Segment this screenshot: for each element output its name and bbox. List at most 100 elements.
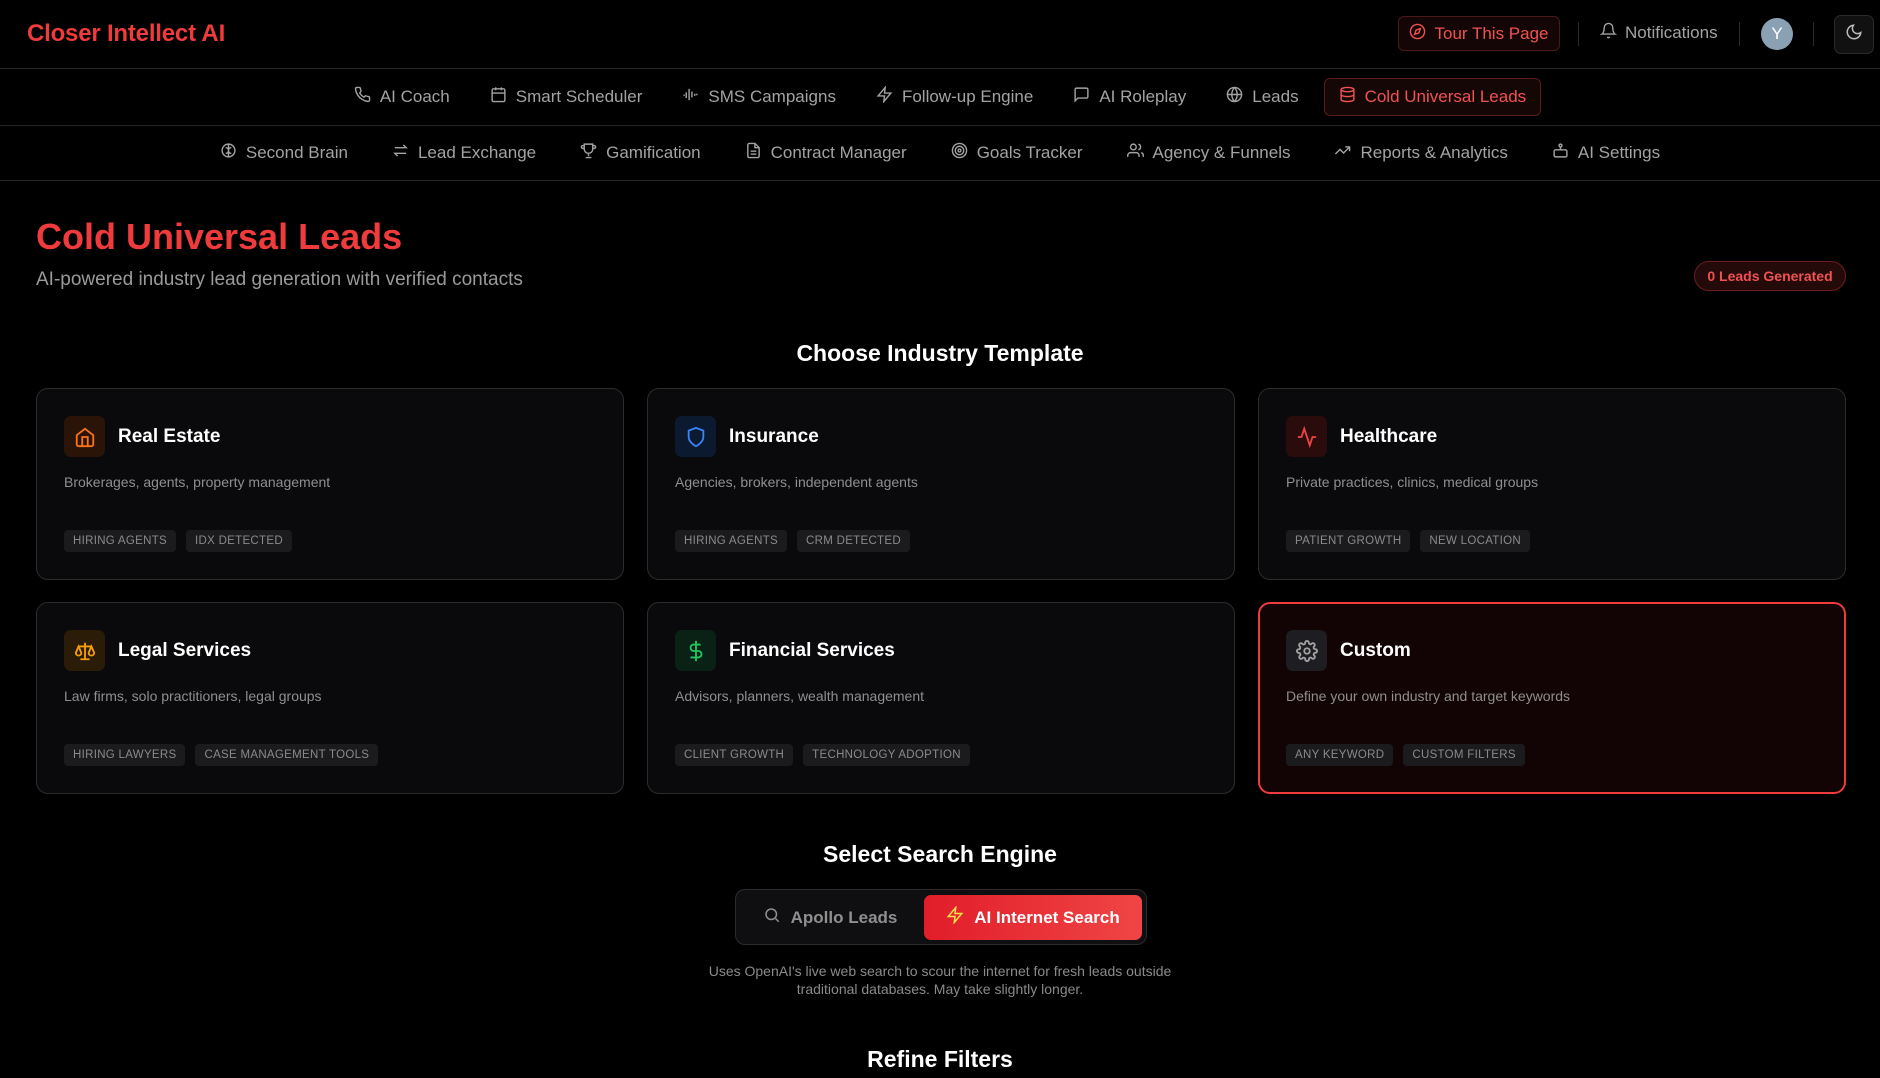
- pulse-icon: [1286, 416, 1327, 457]
- divider: [1739, 22, 1740, 46]
- scale-icon: [64, 630, 105, 671]
- lightning-icon: [946, 905, 964, 929]
- card-title: Healthcare: [1340, 425, 1438, 447]
- nav-contract-manager[interactable]: Contract Manager: [730, 134, 922, 172]
- note-line: traditional databases. May take slightly…: [796, 981, 1084, 997]
- nav-label: Cold Universal Leads: [1364, 87, 1527, 106]
- nav-goals-tracker[interactable]: Goals Tracker: [936, 134, 1098, 172]
- globe-icon: [1226, 86, 1243, 108]
- template-card-financial-services[interactable]: Financial Services Advisors, planners, w…: [647, 602, 1235, 794]
- nav-label: Goals Tracker: [976, 143, 1083, 162]
- search-engine-note: Uses OpenAI's live web search to scour t…: [690, 962, 1190, 998]
- nav-label: AI Coach: [379, 87, 450, 106]
- card-tag: NEW LOCATION: [1420, 530, 1530, 552]
- nav-label: SMS Campaigns: [708, 87, 836, 106]
- notifications-button[interactable]: Notifications: [1599, 22, 1718, 44]
- card-tag: HIRING AGENTS: [675, 530, 787, 552]
- card-tag: HIRING LAWYERS: [64, 744, 186, 766]
- nav-label: Reports & Analytics: [1360, 143, 1508, 162]
- templates-section-title: Choose Industry Template: [796, 340, 1084, 366]
- primary-nav: AI Coach Smart Scheduler SMS Campaigns F…: [0, 69, 1880, 126]
- nav-second-brain[interactable]: Second Brain: [205, 134, 363, 172]
- card-description: Brokerages, agents, property management: [64, 474, 331, 490]
- search-engine-toggle: Apollo Leads AI Internet Search: [735, 889, 1147, 945]
- search-icon: [763, 906, 781, 929]
- search-engine-section-title: Select Search Engine: [823, 841, 1057, 867]
- nav-agency-funnels[interactable]: Agency & Funnels: [1112, 134, 1306, 172]
- card-tag: HIRING AGENTS: [64, 530, 176, 552]
- nav-reports-analytics[interactable]: Reports & Analytics: [1319, 134, 1522, 172]
- nav-label: Contract Manager: [770, 143, 907, 162]
- ai-internet-search-option[interactable]: AI Internet Search: [924, 895, 1142, 940]
- brand-logo[interactable]: Closer Intellect AI: [27, 20, 225, 48]
- nav-label: AI Settings: [1577, 143, 1661, 162]
- apollo-leads-option[interactable]: Apollo Leads: [750, 895, 910, 940]
- page-title: Cold Universal Leads: [36, 216, 403, 257]
- chat-icon: [1073, 86, 1090, 108]
- notifications-label: Notifications: [1625, 23, 1718, 42]
- filters-section-title: Refine Filters: [867, 1046, 1013, 1072]
- moon-icon: [1845, 23, 1863, 46]
- nav-lead-exchange[interactable]: Lead Exchange: [377, 134, 551, 172]
- nav-label: Agency & Funnels: [1152, 143, 1291, 162]
- card-description: Law firms, solo practitioners, legal gro…: [64, 688, 322, 704]
- secondary-nav: Second Brain Lead Exchange Gamification …: [0, 126, 1880, 181]
- card-tag: CUSTOM FILTERS: [1403, 744, 1525, 766]
- nav-smart-scheduler[interactable]: Smart Scheduler: [475, 78, 658, 116]
- card-tag: PATIENT GROWTH: [1286, 530, 1411, 552]
- trend-icon: [1334, 142, 1351, 164]
- nav-follow-up-engine[interactable]: Follow-up Engine: [861, 78, 1048, 116]
- card-description: Define your own industry and target keyw…: [1286, 688, 1571, 704]
- template-card-real-estate[interactable]: Real Estate Brokerages, agents, property…: [36, 388, 624, 580]
- template-card-healthcare[interactable]: Healthcare Private practices, clinics, m…: [1258, 388, 1846, 580]
- gear-icon: [1286, 630, 1327, 671]
- nav-ai-coach[interactable]: AI Coach: [339, 78, 465, 116]
- template-card-legal-services[interactable]: Legal Services Law firms, solo practitio…: [36, 602, 624, 794]
- nav-label: Follow-up Engine: [901, 87, 1034, 106]
- user-avatar[interactable]: Y: [1761, 18, 1793, 50]
- card-title: Legal Services: [118, 639, 252, 661]
- swap-icon: [392, 142, 409, 164]
- robot-icon: [1552, 142, 1569, 164]
- card-tag: ANY KEYWORD: [1286, 744, 1394, 766]
- nav-cold-universal-leads[interactable]: Cold Universal Leads: [1323, 78, 1542, 116]
- users-icon: [1126, 142, 1144, 164]
- template-card-insurance[interactable]: Insurance Agencies, brokers, independent…: [647, 388, 1235, 580]
- nav-gamification[interactable]: Gamification: [565, 134, 715, 172]
- lightning-icon: [876, 85, 893, 108]
- card-title: Real Estate: [118, 425, 221, 447]
- option-label: AI Internet Search: [974, 907, 1120, 927]
- target-icon: [951, 142, 968, 164]
- page-subtitle: AI-powered industry lead generation with…: [36, 269, 523, 290]
- nav-ai-settings[interactable]: AI Settings: [1537, 134, 1675, 172]
- dollar-icon: [675, 630, 716, 671]
- nav-label: Gamification: [606, 143, 701, 162]
- nav-label: Leads: [1252, 87, 1299, 106]
- card-title: Insurance: [729, 425, 819, 447]
- home-icon: [64, 416, 105, 457]
- nav-ai-roleplay[interactable]: AI Roleplay: [1058, 78, 1201, 116]
- card-tag: IDX DETECTED: [186, 530, 292, 552]
- trophy-icon: [580, 142, 597, 164]
- card-description: Agencies, brokers, independent agents: [675, 474, 918, 490]
- tour-label: Tour This Page: [1434, 23, 1549, 43]
- theme-toggle-button[interactable]: [1834, 15, 1874, 54]
- nav-label: Lead Exchange: [417, 143, 537, 162]
- card-tag: CASE MANAGEMENT TOOLS: [195, 744, 379, 766]
- nav-leads[interactable]: Leads: [1211, 78, 1313, 116]
- calendar-icon: [490, 86, 507, 108]
- audio-wave-icon: [682, 86, 699, 108]
- nav-sms-campaigns[interactable]: SMS Campaigns: [667, 78, 851, 116]
- card-tag: CRM DETECTED: [797, 530, 910, 552]
- divider: [1813, 22, 1814, 46]
- bell-icon: [1599, 22, 1618, 44]
- nav-label: Second Brain: [245, 143, 348, 162]
- tour-page-button[interactable]: Tour This Page: [1398, 16, 1560, 51]
- document-icon: [745, 142, 762, 164]
- option-label: Apollo Leads: [790, 907, 898, 927]
- card-description: Advisors, planners, wealth management: [675, 688, 925, 704]
- card-title: Custom: [1340, 639, 1411, 661]
- card-tag: TECHNOLOGY ADOPTION: [803, 744, 970, 766]
- template-card-custom[interactable]: Custom Define your own industry and targ…: [1258, 602, 1846, 794]
- compass-icon: [1409, 23, 1426, 45]
